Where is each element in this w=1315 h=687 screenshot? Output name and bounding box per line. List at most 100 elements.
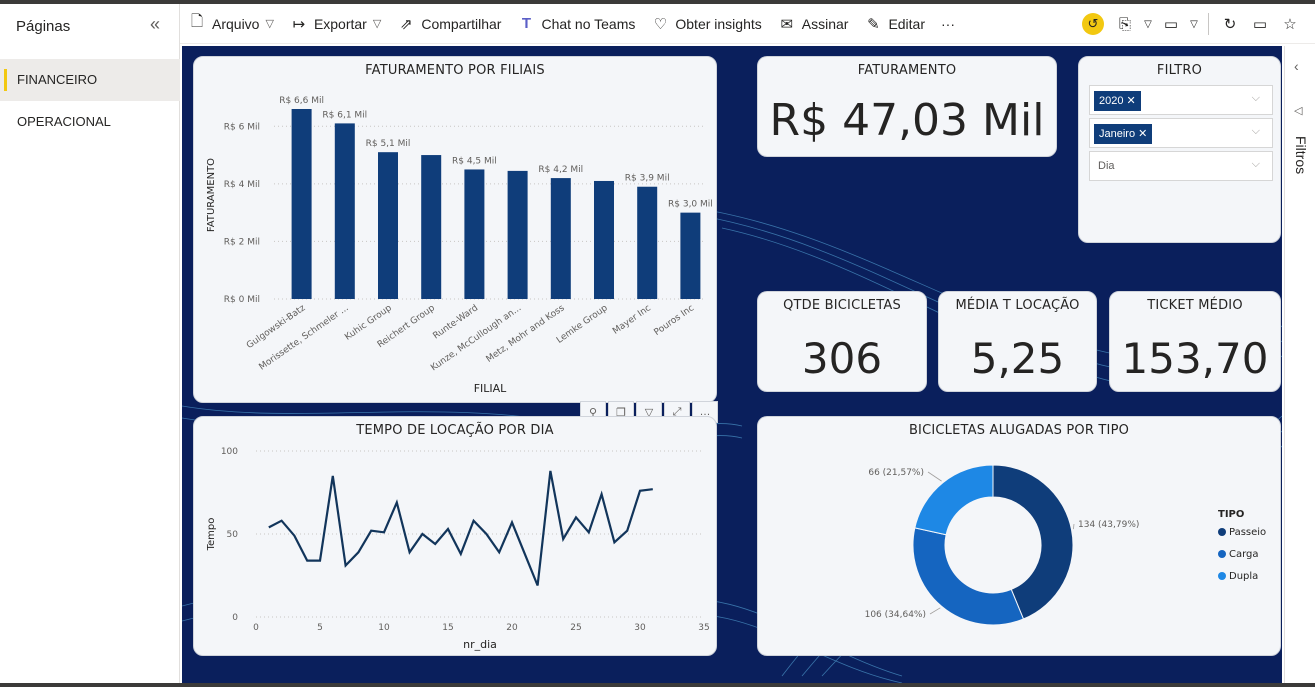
bar-data-label: R$ 3,0 Mil xyxy=(668,200,713,210)
filters-pane-label[interactable]: Filtros xyxy=(1293,136,1309,174)
comment-icon[interactable]: ▭ xyxy=(1245,4,1275,44)
chevron-down-icon[interactable]: ⌵ xyxy=(1252,158,1260,171)
assinar-button[interactable]: ✉ Assinar xyxy=(770,4,857,44)
filtro-title: FILTRO xyxy=(1156,63,1203,78)
bar xyxy=(291,109,312,299)
chevron-down-icon: ▽ xyxy=(265,18,274,30)
page-tab-operacional[interactable]: OPERACIONAL xyxy=(0,101,180,143)
media-locacao-card[interactable]: MÉDIA T LOCAÇÃO 5,25 xyxy=(938,291,1097,392)
pencil-icon: ✎ xyxy=(867,15,880,33)
y-tick-label: R$ 6 Mil xyxy=(224,122,260,132)
view-icon[interactable]: ▭ xyxy=(1156,4,1186,44)
double-chevron-left-icon[interactable]: « xyxy=(150,14,160,35)
x-tick-label: 20 xyxy=(506,623,518,633)
ano-chip[interactable]: 2020 ✕ xyxy=(1094,91,1141,111)
bicicletas-tipo-card[interactable]: BICICLETAS ALUGADAS POR TIPO 134 (43,79%… xyxy=(757,416,1281,656)
qtde-title: QTDE BICICLETAS xyxy=(783,298,901,313)
qtde-bicicletas-card[interactable]: QTDE BICICLETAS 306 xyxy=(757,291,927,392)
chevron-down-icon[interactable]: ⌵ xyxy=(1252,92,1260,105)
compartilhar-button[interactable]: ⇗ Compartilhar xyxy=(389,4,509,44)
compartilhar-label: Compartilhar xyxy=(421,15,502,32)
ano-slicer[interactable]: 2020 ✕ ⌵ xyxy=(1089,85,1273,115)
faturamento-kpi-title: FATURAMENTO xyxy=(857,63,957,78)
bar xyxy=(378,152,398,299)
obter-insights-button[interactable]: ♡ Obter insights xyxy=(643,4,769,44)
bar xyxy=(507,170,528,299)
y-tick-label: 0 xyxy=(232,613,238,623)
bar-data-label: R$ 6,6 Mil xyxy=(279,96,324,106)
bar-data-label: R$ 4,5 Mil xyxy=(452,156,497,166)
ano-chip-label: 2020 xyxy=(1099,95,1124,107)
bar xyxy=(421,155,442,299)
y-axis-title: FATURAMENTO xyxy=(206,158,217,232)
refresh-icon[interactable]: ↻ xyxy=(1215,4,1245,44)
donut-slice xyxy=(912,527,1025,626)
filter-funnel-icon: ◁ xyxy=(1294,105,1303,117)
editar-button[interactable]: ✎ Editar xyxy=(856,4,933,44)
bookmark-icon[interactable]: ⎘ xyxy=(1110,4,1140,44)
bar-data-label: R$ 4,2 Mil xyxy=(538,165,583,175)
mes-chip[interactable]: Janeiro ✕ xyxy=(1094,124,1153,144)
faturamento-filiais-card[interactable]: FATURAMENTO POR FILIAIS R$ 0 Mil R$ 2 Mil… xyxy=(193,56,717,403)
x-tick-label: 5 xyxy=(317,623,323,633)
bar xyxy=(680,212,701,299)
close-icon[interactable]: ✕ xyxy=(1127,95,1136,107)
y-axis-title: Tempo xyxy=(206,518,217,552)
dia-slicer[interactable]: Dia ⌵ xyxy=(1089,151,1273,181)
more-options-button[interactable]: ··· xyxy=(933,4,963,44)
arquivo-menu[interactable]: 🗋 Arquivo ▽ xyxy=(180,4,282,44)
donut-data-label: 66 (21,57%) xyxy=(868,468,924,478)
lightbulb-icon: ♡ xyxy=(653,15,668,33)
page-tab-financeiro[interactable]: FINANCEIRO xyxy=(0,59,180,101)
donut-data-label: 134 (43,79%) xyxy=(1078,520,1139,530)
mes-slicer[interactable]: Janeiro ✕ ⌵ xyxy=(1089,118,1273,148)
mes-chip-label: Janeiro xyxy=(1099,128,1136,140)
chevron-down-icon[interactable]: ⌵ xyxy=(1252,125,1260,138)
star-icon[interactable]: ☆ xyxy=(1275,4,1305,44)
x-tick-label: 30 xyxy=(634,623,646,633)
media-title: MÉDIA T LOCAÇÃO xyxy=(955,298,1080,313)
reset-icon[interactable]: ↺ xyxy=(1082,13,1104,35)
x-tick-label: 25 xyxy=(570,623,581,633)
bar-data-label: R$ 6,1 Mil xyxy=(322,110,367,120)
chat-teams-button[interactable]: T Chat no Teams xyxy=(509,4,643,44)
legend-title: TIPO xyxy=(1218,509,1244,520)
ticket-medio-card[interactable]: TICKET MÉDIO 153,70 xyxy=(1109,291,1281,392)
x-tick-label: 10 xyxy=(378,623,390,633)
chevron-left-icon[interactable]: ‹ xyxy=(1294,58,1299,74)
close-icon[interactable]: ✕ xyxy=(1138,128,1147,140)
bar xyxy=(637,186,658,299)
faturamento-kpi-card[interactable]: FATURAMENTO R$ 47,03 Mil xyxy=(757,56,1057,157)
line-chart: 0 50 100 0 5 10 15 20 25 30 35 nr_dia Tempo xyxy=(206,447,710,651)
ticket-value: 153,70 xyxy=(1121,334,1269,383)
chevron-down-icon[interactable]: ▽ xyxy=(1140,4,1156,44)
toolbar-right-group: ↺ ⎘ ▽ ▭ ▽ ↻ ▭ ☆ xyxy=(1082,4,1305,44)
tempo-locacao-card[interactable]: TEMPO DE LOCAÇÃO POR DIA 0 50 100 0 5 10 15 20 2… xyxy=(193,416,717,656)
x-axis-title: nr_dia xyxy=(463,638,497,651)
bar-chart: R$ 0 Mil R$ 2 Mil R$ 4 Mil R$ 6 Mil R$ 6,6 M… xyxy=(206,96,713,395)
chevron-down-icon[interactable]: ▽ xyxy=(1186,4,1202,44)
y-tick-label: 100 xyxy=(221,447,238,457)
filters-pane: ‹ ◁ Filtros xyxy=(1284,46,1315,687)
donut-leader-line xyxy=(929,607,941,615)
export-arrow-icon: ↦ xyxy=(292,15,306,33)
share-icon: ⇗ xyxy=(400,15,413,33)
file-icon: 🗋 xyxy=(190,13,204,30)
dia-placeholder: Dia xyxy=(1098,160,1115,172)
x-tick-label: 0 xyxy=(253,623,259,633)
bar-data-label: R$ 3,9 Mil xyxy=(625,174,670,184)
toolbar-separator xyxy=(1208,13,1209,35)
exportar-menu[interactable]: ↦ Exportar ▽ xyxy=(282,4,389,44)
x-tick-label: Pouros Inc xyxy=(653,303,697,338)
y-tick-label: 50 xyxy=(227,530,239,540)
filtro-card: FILTRO 2020 ✕ ⌵ Janeiro ✕ ⌵ Dia ⌵ xyxy=(1078,56,1281,243)
legend-label: Passeio xyxy=(1229,527,1266,538)
x-tick-label: 15 xyxy=(442,623,453,633)
legend-swatch xyxy=(1218,572,1226,580)
arquivo-label: Arquivo xyxy=(212,15,260,32)
ticket-title: TICKET MÉDIO xyxy=(1147,298,1243,313)
bar xyxy=(594,180,614,299)
pages-pane: Páginas « FINANCEIRO OPERACIONAL xyxy=(0,4,180,687)
bar-data-label: R$ 5,1 Mil xyxy=(366,139,411,149)
report-canvas: FATURAMENTO POR FILIAIS R$ 0 Mil R$ 2 Mil… xyxy=(182,46,1282,683)
